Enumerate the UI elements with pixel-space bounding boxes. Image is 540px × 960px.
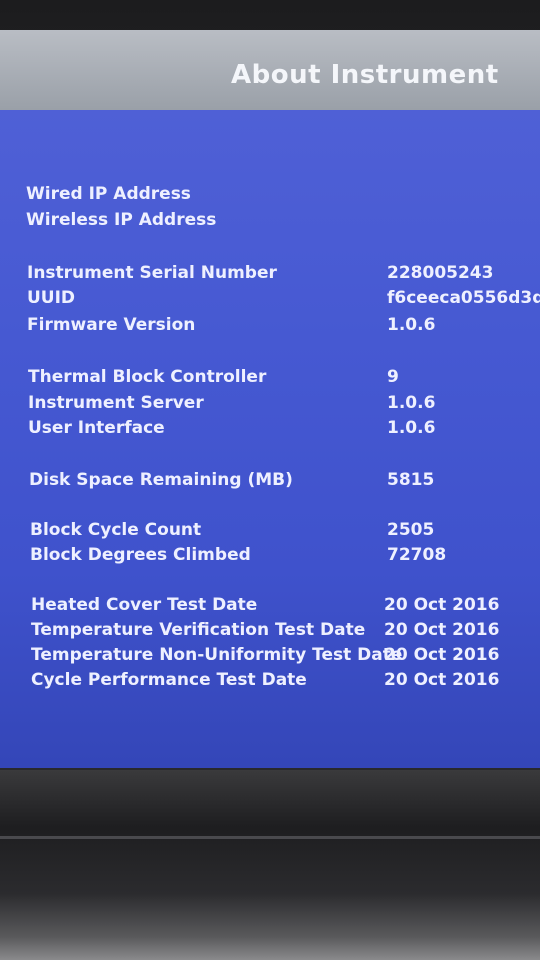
uuid-label: UUID bbox=[27, 288, 76, 308]
serial-number-label: Instrument Serial Number bbox=[27, 263, 277, 283]
cycle-performance-test-date-value: 20 Oct 2016 bbox=[384, 670, 500, 690]
wired-ip-label: Wired IP Address bbox=[26, 184, 191, 204]
row-firmware-version: Firmware Version 1.0.6 bbox=[0, 315, 540, 339]
row-temperature-verification-test-date: Temperature Verification Test Date 20 Oc… bbox=[0, 620, 540, 644]
block-cycle-count-label: Block Cycle Count bbox=[30, 520, 202, 540]
row-disk-space: Disk Space Remaining (MB) 5815 bbox=[0, 470, 540, 494]
block-degrees-climbed-value: 72708 bbox=[387, 545, 447, 565]
instrument-screen: About Instrument Wired IP Address Wirele… bbox=[0, 30, 540, 768]
info-panel: Wired IP Address Wireless IP Address Ins… bbox=[0, 110, 540, 768]
row-user-interface: User Interface 1.0.6 bbox=[0, 418, 540, 442]
cycle-performance-test-date-label: Cycle Performance Test Date bbox=[31, 670, 307, 690]
serial-number-value: 228005243 bbox=[387, 263, 494, 283]
row-serial-number: Instrument Serial Number 228005243 bbox=[0, 263, 540, 287]
temperature-non-uniformity-test-date-value: 20 Oct 2016 bbox=[384, 645, 500, 665]
row-wired-ip: Wired IP Address bbox=[0, 184, 540, 208]
instrument-server-value: 1.0.6 bbox=[387, 393, 436, 413]
user-interface-value: 1.0.6 bbox=[387, 418, 436, 438]
instrument-server-label: Instrument Server bbox=[28, 393, 204, 413]
disk-space-value: 5815 bbox=[387, 470, 435, 490]
page-title: About Instrument bbox=[231, 60, 499, 90]
thermal-block-controller-value: 9 bbox=[387, 367, 399, 387]
heated-cover-test-date-value: 20 Oct 2016 bbox=[384, 595, 500, 615]
temperature-verification-test-date-value: 20 Oct 2016 bbox=[384, 620, 500, 640]
thermal-block-controller-label: Thermal Block Controller bbox=[28, 367, 267, 387]
row-thermal-block-controller: Thermal Block Controller 9 bbox=[0, 367, 540, 391]
device-bezel bbox=[0, 770, 540, 960]
wireless-ip-label: Wireless IP Address bbox=[26, 210, 217, 230]
block-cycle-count-value: 2505 bbox=[387, 520, 435, 540]
heated-cover-test-date-label: Heated Cover Test Date bbox=[31, 595, 258, 615]
row-temperature-non-uniformity-test-date: Temperature Non-Uniformity Test Date 20 … bbox=[0, 645, 540, 669]
title-bar: About Instrument bbox=[0, 30, 540, 110]
bezel-divider bbox=[0, 836, 540, 839]
firmware-version-value: 1.0.6 bbox=[387, 315, 436, 335]
row-wireless-ip: Wireless IP Address bbox=[0, 210, 540, 234]
block-degrees-climbed-label: Block Degrees Climbed bbox=[30, 545, 251, 565]
firmware-version-label: Firmware Version bbox=[27, 315, 196, 335]
row-instrument-server: Instrument Server 1.0.6 bbox=[0, 393, 540, 417]
instrument-device: About Instrument Wired IP Address Wirele… bbox=[0, 0, 540, 960]
row-heated-cover-test-date: Heated Cover Test Date 20 Oct 2016 bbox=[0, 595, 540, 619]
temperature-verification-test-date-label: Temperature Verification Test Date bbox=[31, 620, 366, 640]
row-block-degrees-climbed: Block Degrees Climbed 72708 bbox=[0, 545, 540, 569]
row-block-cycle-count: Block Cycle Count 2505 bbox=[0, 520, 540, 544]
temperature-non-uniformity-test-date-label: Temperature Non-Uniformity Test Date bbox=[31, 645, 403, 665]
uuid-value: f6ceeca0556d3de6 bbox=[387, 288, 540, 308]
user-interface-label: User Interface bbox=[28, 418, 165, 438]
row-cycle-performance-test-date: Cycle Performance Test Date 20 Oct 2016 bbox=[0, 670, 540, 694]
row-uuid: UUID f6ceeca0556d3de6 bbox=[0, 288, 540, 312]
disk-space-label: Disk Space Remaining (MB) bbox=[29, 470, 293, 490]
